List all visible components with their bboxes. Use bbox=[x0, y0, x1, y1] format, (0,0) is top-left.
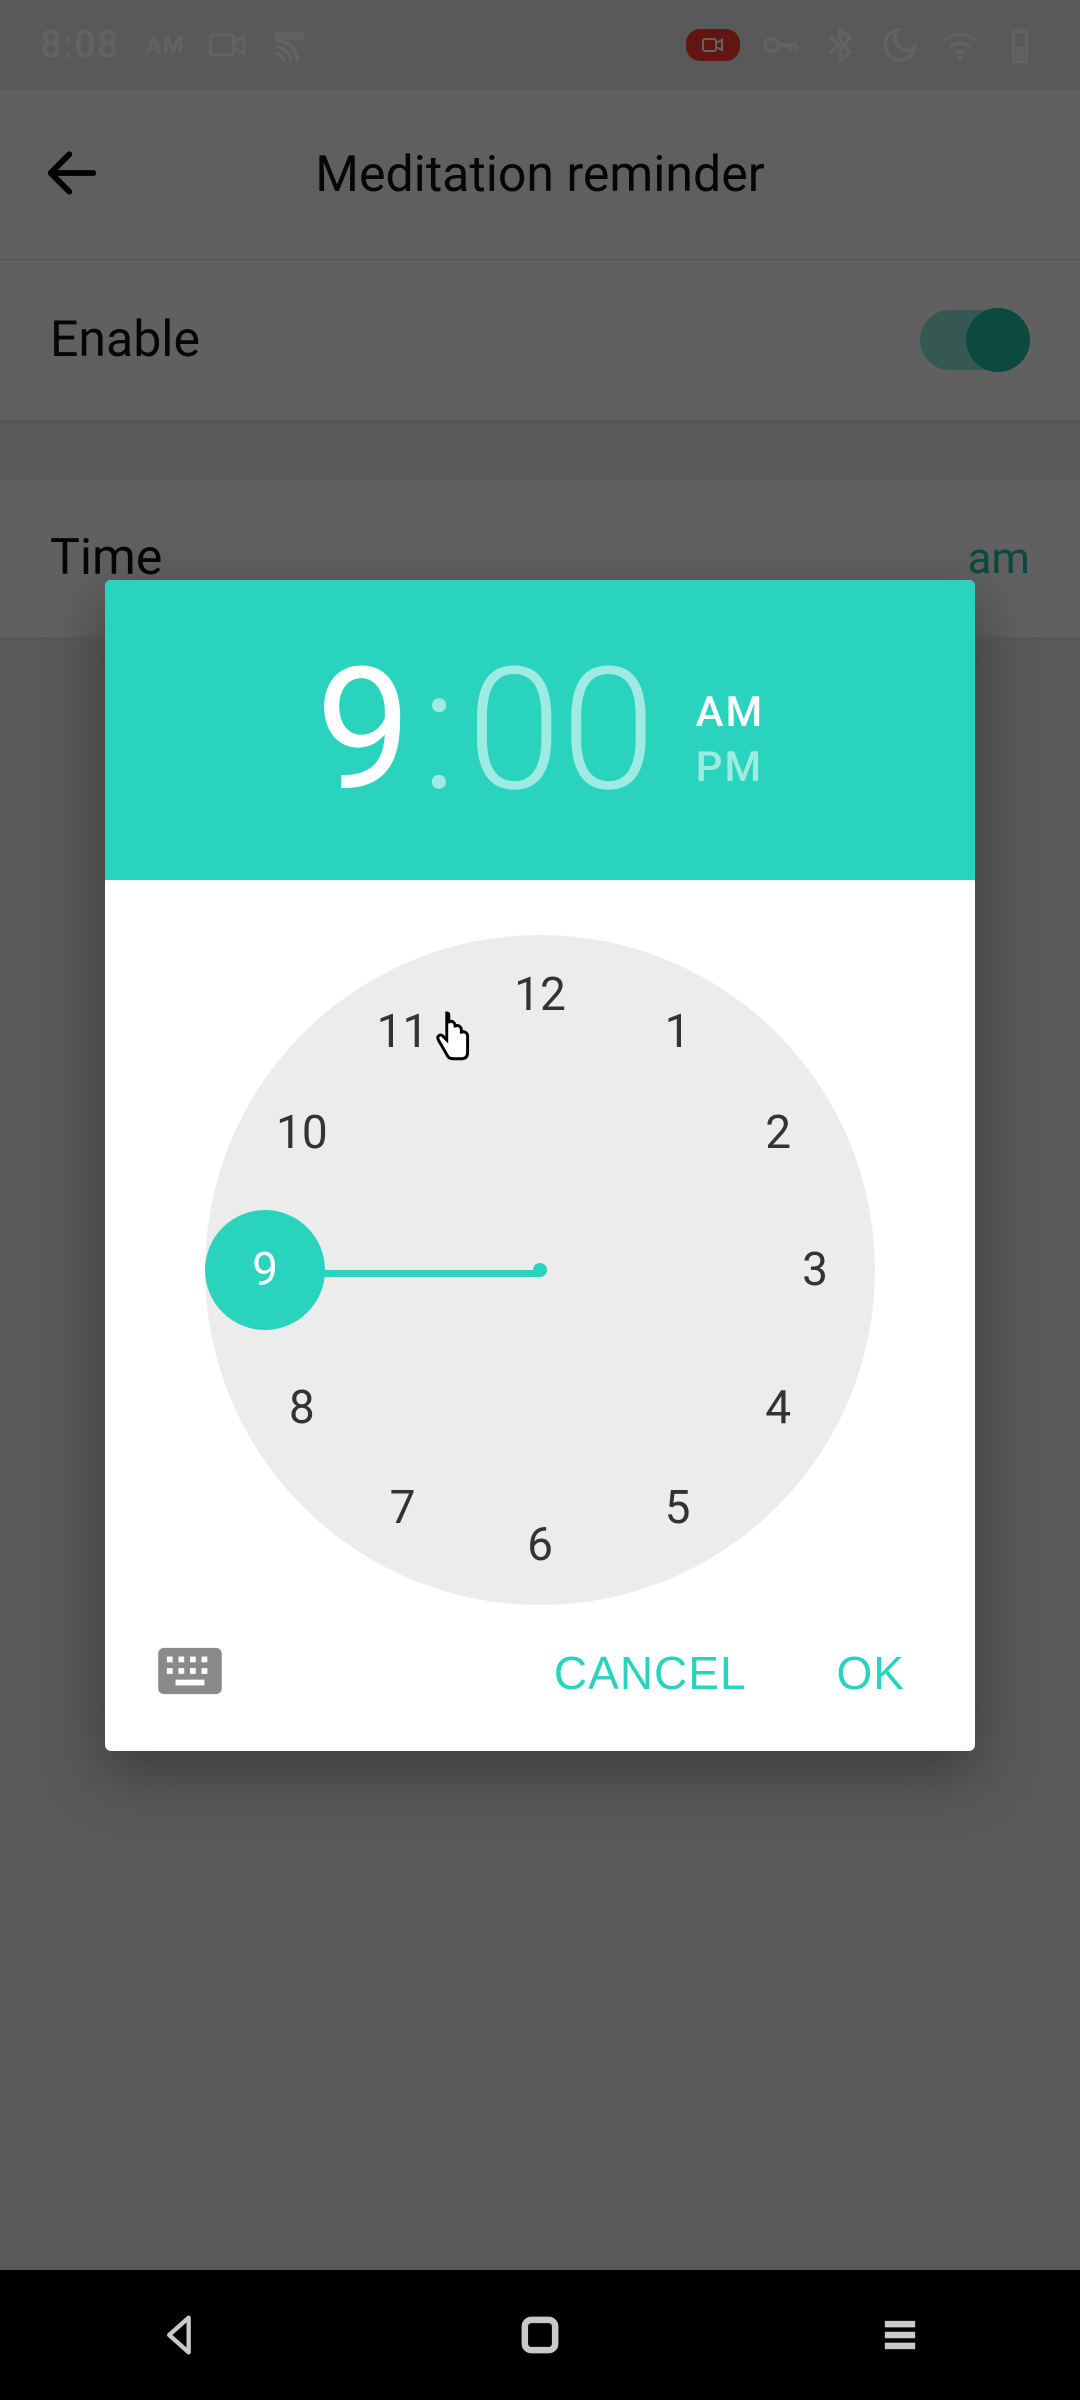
clock-hour-6[interactable]: 6 bbox=[510, 1515, 570, 1575]
clock-hour-10[interactable]: 10 bbox=[272, 1103, 332, 1163]
pointer-cursor-icon bbox=[428, 1010, 478, 1074]
clock-hour-8[interactable]: 8 bbox=[272, 1378, 332, 1438]
clock-center-dot bbox=[533, 1263, 547, 1277]
clock-hour-7[interactable]: 7 bbox=[373, 1478, 433, 1538]
am-option[interactable]: AM bbox=[696, 688, 765, 737]
clock-face[interactable]: 12 12 3 45 6 78 9 10 11 bbox=[205, 935, 875, 1605]
clock-hour-4[interactable]: 4 bbox=[748, 1378, 808, 1438]
ampm-selector: AM PM bbox=[696, 688, 765, 792]
time-minute-display[interactable]: 00 bbox=[467, 645, 656, 815]
time-hour-display[interactable]: 9 bbox=[316, 645, 412, 815]
clock-hour-2[interactable]: 2 bbox=[748, 1103, 808, 1163]
nav-back-button[interactable] bbox=[154, 2309, 206, 2361]
ok-button[interactable]: OK bbox=[837, 1646, 905, 1700]
clock-hour-1[interactable]: 1 bbox=[648, 1002, 708, 1062]
clock-hour-11[interactable]: 11 bbox=[373, 1002, 433, 1062]
clock-hour-9[interactable]: 9 bbox=[205, 1210, 325, 1330]
dialog-action-bar: CANCEL OK bbox=[105, 1615, 975, 1751]
clock-hour-3[interactable]: 3 bbox=[785, 1240, 845, 1300]
clock-hour-12[interactable]: 12 bbox=[510, 965, 570, 1025]
system-navigation-bar bbox=[0, 2270, 1080, 2400]
time-colon: : bbox=[421, 645, 457, 815]
nav-home-button[interactable] bbox=[514, 2309, 566, 2361]
cancel-button[interactable]: CANCEL bbox=[554, 1646, 747, 1700]
time-picker-dialog: 9 : 00 AM PM 12 12 3 45 6 78 9 10 11 CANCEL OK bbox=[105, 580, 975, 1751]
clock-hour-5[interactable]: 5 bbox=[648, 1478, 708, 1538]
keyboard-input-button[interactable] bbox=[155, 1645, 225, 1701]
time-picker-header: 9 : 00 AM PM bbox=[105, 580, 975, 880]
pm-option[interactable]: PM bbox=[696, 743, 765, 792]
nav-recent-button[interactable] bbox=[874, 2309, 926, 2361]
